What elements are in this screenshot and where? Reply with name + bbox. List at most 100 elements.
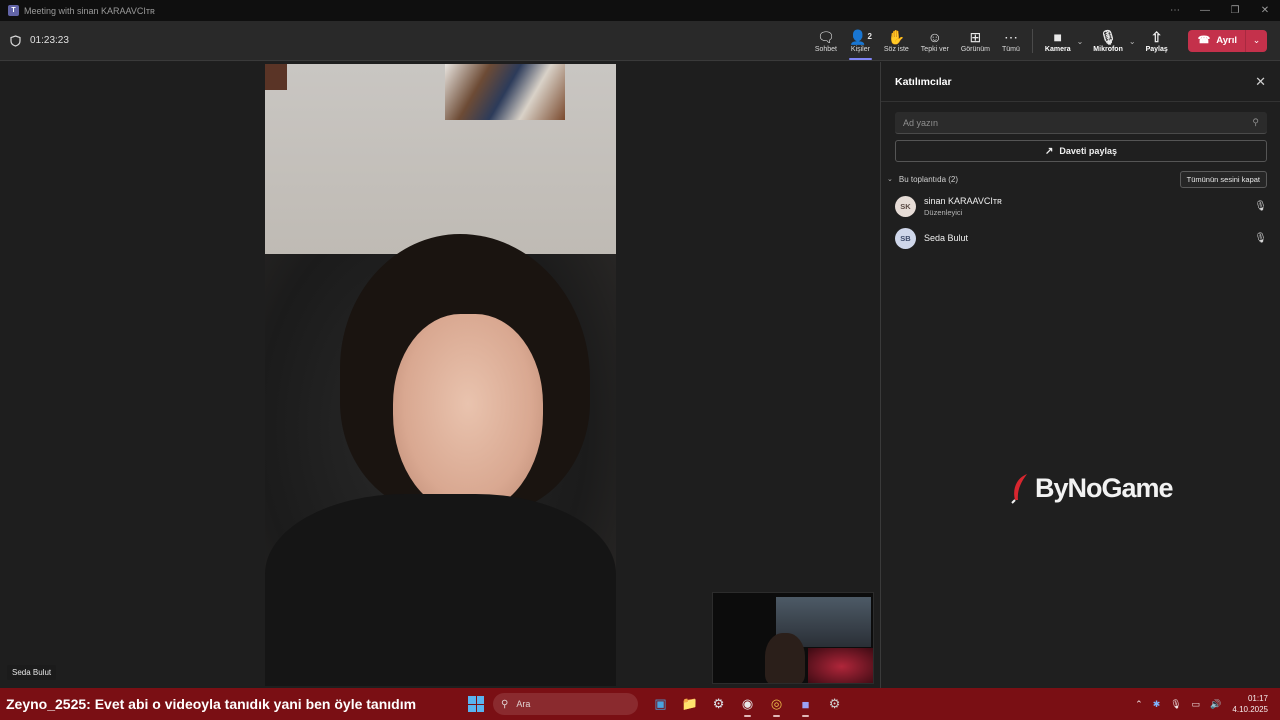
bluetooth-icon[interactable]: ✱ [1153, 699, 1161, 710]
search-placeholder: Ad yazın [903, 117, 939, 128]
mic-icon[interactable]: 🎙 [1254, 201, 1267, 212]
self-view-video[interactable] [712, 592, 874, 684]
system-tray: ⌃ ✱ 🎙 ▭ 🔊 01:17 4.10.2025 [1130, 693, 1280, 715]
in-meeting-section[interactable]: ⌄ Bu toplantıda (2) Tümünün sesini kapat [887, 170, 1267, 188]
logo-text: ByNoGame [1035, 472, 1174, 503]
share-button[interactable]: ⇧ Paylaş [1140, 21, 1174, 61]
timer-text: 01:23:23 [30, 35, 69, 46]
search-icon: ⚲ [501, 698, 509, 710]
mic-icon[interactable]: 🎙 [1254, 233, 1267, 244]
more-icon: ⋯ [1003, 29, 1018, 45]
invite-label: Daveti paylaş [1059, 146, 1117, 156]
participant-row[interactable]: SB Seda Bulut 🎙 [895, 225, 1267, 251]
raise-hand-label: Söz iste [883, 46, 909, 53]
participant-role: Düzenleyici [924, 207, 963, 217]
clock-time: 01:17 [1247, 694, 1268, 703]
camera-button[interactable]: ■ Kamera [1039, 21, 1077, 61]
mic-icon: 🎙 [1099, 29, 1117, 45]
steam-icon[interactable]: ⚙ [704, 690, 733, 718]
obs-icon[interactable]: ◉ [733, 690, 762, 718]
volume-icon[interactable]: 🔊 [1210, 699, 1221, 710]
minimize-button[interactable]: — [1190, 5, 1220, 16]
display-icon[interactable]: ▭ [1192, 699, 1201, 710]
share-invite-button[interactable]: ↗ Daveti paylaş [895, 140, 1267, 162]
toolbar-divider [1031, 28, 1033, 53]
mic-options-chevron-icon[interactable]: ⌄ [1129, 37, 1136, 46]
participant-video [265, 64, 616, 686]
taskbar-apps: ▣ 📁 ⚙ ◉ ◎ ■ ⚙ [646, 690, 849, 718]
stream-chat-message: Zeyno_2525: Evet abi o videoyla tanıdık … [6, 696, 416, 712]
show-hidden-icons-chevron-icon[interactable]: ⌃ [1135, 699, 1143, 710]
clock-date: 4.10.2025 [1232, 705, 1268, 714]
window-title: Meeting with sinan KARAAVCIᴛʀ [24, 5, 155, 16]
raise-hand-button[interactable]: ✋ Söz iste [878, 21, 915, 61]
taskbar-clock[interactable]: 01:17 4.10.2025 [1232, 693, 1268, 715]
people-icon: 👤 2 [849, 29, 872, 45]
participant-name: Seda Bulut [924, 233, 969, 243]
taskbar-search-input[interactable]: ⚲ Ara [493, 693, 639, 715]
participant-row[interactable]: SK sinan KARAAVCIᴛʀ Düzenleyici 🎙 [895, 193, 1267, 219]
raise-hand-icon: ✋ [887, 29, 906, 45]
participants-panel: Katılımcılar ✕ Ad yazın ⚲ ↗ Daveti payla… [880, 62, 1280, 688]
chevron-down-icon: ⌄ [887, 176, 893, 183]
camera-options-chevron-icon[interactable]: ⌄ [1077, 37, 1084, 46]
teams-app-icon: T [8, 5, 19, 16]
more-button[interactable]: ⋯ Tümü [996, 21, 1026, 61]
chat-button[interactable]: 🗨 Sohbet [809, 21, 843, 61]
react-label: Tepki ver [920, 46, 949, 53]
people-label: Kişiler [850, 46, 870, 53]
emoji-icon: ☺ [927, 29, 942, 45]
more-label: Tümü [1002, 46, 1020, 53]
windows-start-icon[interactable] [468, 696, 485, 712]
leave-button[interactable]: ☎ Ayrıl [1188, 30, 1245, 52]
windows-taskbar: Zeyno_2525: Evet abi o videoyla tanıdık … [0, 688, 1280, 720]
mute-all-button[interactable]: Tümünün sesini kapat [1179, 170, 1267, 188]
share-label: Paylaş [1145, 46, 1168, 53]
search-icon: ⚲ [1252, 117, 1259, 127]
react-button[interactable]: ☺ Tepki ver [915, 21, 955, 61]
close-window-button[interactable]: ✕ [1250, 5, 1280, 16]
chrome-icon[interactable]: ◎ [762, 690, 791, 718]
chat-username: Zeyno_2525 [6, 696, 87, 712]
phone-hangup-icon: ☎ [1197, 35, 1211, 46]
meeting-toolbar: 01:23:23 🗨 Sohbet 👤 2 Kişiler ✋ Söz iste … [0, 21, 1280, 61]
file-explorer-icon[interactable]: 📁 [675, 690, 704, 718]
people-button[interactable]: 👤 2 Kişiler [843, 21, 878, 61]
section-label: Bu toplantıda (2) [898, 174, 959, 184]
view-button[interactable]: ⊞ Görünüm [955, 21, 996, 61]
mic-tray-icon[interactable]: 🎙 [1170, 699, 1181, 710]
share-icon: ⇧ [1150, 29, 1163, 45]
participant-name: sinan KARAAVCIᴛʀ [924, 195, 1002, 206]
mic-button[interactable]: 🎙 Mikrofon [1087, 21, 1129, 61]
meeting-timer: 01:23:23 [10, 34, 69, 47]
teams-icon[interactable]: ■ [791, 690, 820, 718]
chat-label: Sohbet [814, 46, 837, 53]
wall-poster [445, 64, 565, 120]
close-panel-icon[interactable]: ✕ [1255, 74, 1266, 90]
video-stage: Seda Bulut [0, 62, 880, 688]
avatar: SB [895, 227, 916, 249]
view-label: Görünüm [960, 46, 990, 53]
leave-label: Ayrıl [1216, 35, 1237, 46]
window-titlebar: T Meeting with sinan KARAAVCIᴛʀ ⋯ — ❐ ✕ [0, 0, 1280, 21]
leave-options-chevron-icon[interactable]: ⌄ [1245, 29, 1267, 52]
photos-icon[interactable]: ▣ [646, 690, 675, 718]
people-count: 2 [867, 32, 872, 41]
avatar: SK [895, 195, 916, 217]
panel-header: Katılımcılar ✕ [881, 62, 1280, 102]
settings-icon[interactable]: ⚙ [820, 690, 849, 718]
participant-search-input[interactable]: Ad yazın ⚲ [895, 112, 1267, 134]
maximize-button[interactable]: ❐ [1220, 5, 1250, 16]
shield-icon [10, 34, 21, 47]
camera-icon: ■ [1053, 29, 1062, 45]
window-more-icon[interactable]: ⋯ [1160, 5, 1190, 16]
feather-logo-icon [1011, 474, 1027, 504]
participant-name-tag: Seda Bulut [7, 665, 57, 680]
taskbar-search-placeholder: Ara [516, 699, 531, 709]
mic-label: Mikrofon [1093, 46, 1123, 53]
leave-button-group: ☎ Ayrıl ⌄ [1187, 29, 1267, 52]
bynogame-logo: ByNoGame [1009, 472, 1174, 504]
share-link-icon: ↗ [1045, 145, 1054, 157]
chat-icon: 🗨 [817, 29, 835, 45]
view-icon: ⊞ [969, 29, 982, 45]
